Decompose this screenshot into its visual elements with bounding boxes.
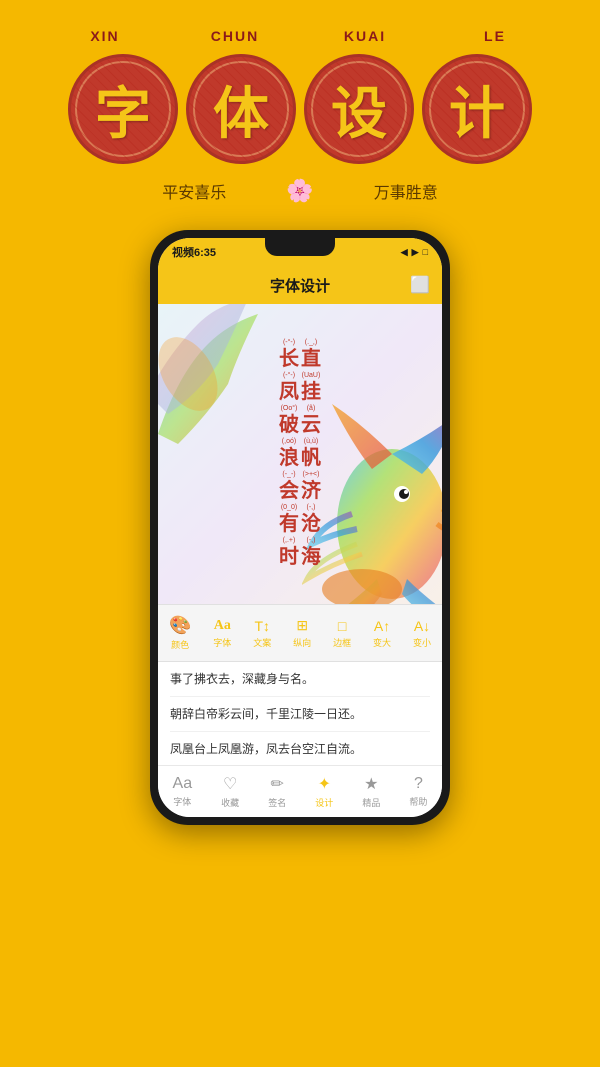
- toolbar-border[interactable]: □ 边框: [333, 618, 351, 649]
- smaller-icon: A↓: [414, 618, 430, 634]
- list-item[interactable]: 朝辞白帝彩云间，千里江陵一日还。: [170, 697, 430, 732]
- subtitle-right: 万事胜意: [374, 179, 438, 203]
- bigger-icon: A↑: [374, 618, 390, 634]
- subtitle-left: 平安喜乐: [162, 179, 226, 203]
- nav-help-icon: ?: [414, 775, 423, 793]
- art-left: [158, 304, 268, 444]
- app-title: 字体设计: [270, 275, 330, 296]
- subtitle-row: 平安喜乐 🌸 万事胜意: [20, 178, 580, 204]
- text-icon: T↕: [254, 618, 270, 634]
- bottom-nav: Aa 字体 ♡ 收藏 ✏ 签名 ✦ 设计 ★ 精品: [158, 765, 442, 817]
- poster-preview: (-°-) 长 (-°-) 凤 (Oo°) 破 (,oó) 浪 (-_-) 会 …: [158, 304, 442, 604]
- toolbar-smaller[interactable]: A↓ 变小: [413, 618, 431, 649]
- pinyin-xin: XIN: [40, 28, 170, 46]
- nav-sign[interactable]: ✏ 签名: [268, 774, 286, 809]
- char-she: 设: [304, 54, 414, 164]
- phone-container: 视频6:35 ◀ ▶ □ 字体设计 ⬜: [0, 230, 600, 825]
- toolbar-vertical[interactable]: ⊞ 纵向: [293, 617, 311, 649]
- flower-icon: 🌸: [286, 178, 313, 204]
- nav-favorites[interactable]: ♡ 收藏: [221, 774, 239, 809]
- poem-display: (-°-) 长 (-°-) 凤 (Oo°) 破 (,oó) 浪 (-_-) 会 …: [279, 339, 321, 569]
- status-icons: ◀ ▶ □: [401, 247, 428, 258]
- pinyin-row: XIN CHUN KUAI LE: [20, 28, 580, 46]
- list-item[interactable]: 事了拂衣去，深藏身与名。: [170, 662, 430, 697]
- status-time: 视频6:35: [172, 244, 216, 260]
- character-row: 字 体 设 计: [20, 54, 580, 164]
- nav-premium[interactable]: ★ 精品: [362, 774, 380, 809]
- font-icon: Aa: [214, 618, 231, 634]
- phone-inner: 视频6:35 ◀ ▶ □ 字体设计 ⬜: [158, 238, 442, 817]
- char-zi: 字: [68, 54, 178, 164]
- phone-mockup: 视频6:35 ◀ ▶ □ 字体设计 ⬜: [150, 230, 450, 825]
- border-icon: □: [338, 618, 346, 634]
- share-icon[interactable]: ⬜: [410, 275, 430, 295]
- art-right: [302, 394, 442, 604]
- toolbar-color[interactable]: 🎨 颜色: [169, 615, 191, 651]
- pinyin-le: LE: [430, 28, 560, 46]
- top-header: XIN CHUN KUAI LE 字 体 设 计 平安喜乐 🌸: [0, 0, 600, 220]
- char-ti: 体: [186, 54, 296, 164]
- nav-favorites-icon: ♡: [223, 774, 237, 794]
- nav-sign-icon: ✏: [271, 774, 284, 794]
- poem-col1: (-°-) 长 (-°-) 凤 (Oo°) 破 (,oó) 浪 (-_-) 会 …: [279, 339, 299, 569]
- content-area: (-°-) 长 (-°-) 凤 (Oo°) 破 (,oó) 浪 (-_-) 会 …: [158, 304, 442, 765]
- poem-col2: (._,) 直 (UaU) 挂 (â) 云 (ù,ù) 帆 (>+<) 济 (-…: [301, 339, 321, 569]
- nav-help[interactable]: ? 帮助: [409, 775, 427, 808]
- app-bar: 字体设计 ⬜: [158, 266, 442, 304]
- nav-font-icon: Aa: [173, 775, 193, 793]
- text-list: 事了拂衣去，深藏身与名。 朝辞白帝彩云间，千里江陵一日还。 凤凰台上凤凰游，凤去…: [158, 662, 442, 765]
- nav-premium-icon: ★: [364, 774, 378, 794]
- color-icon: 🎨: [169, 615, 191, 636]
- vertical-icon: ⊞: [296, 617, 308, 634]
- toolbar: 🎨 颜色 Aa 字体 T↕ 文案 ⊞ 纵向: [158, 604, 442, 662]
- toolbar-bigger[interactable]: A↑ 变大: [373, 618, 391, 649]
- nav-font[interactable]: Aa 字体: [173, 775, 193, 808]
- pinyin-kuai: KUAI: [300, 28, 430, 46]
- toolbar-font[interactable]: Aa 字体: [213, 618, 231, 649]
- toolbar-text[interactable]: T↕ 文案: [253, 618, 271, 649]
- char-ji: 计: [422, 54, 532, 164]
- phone-notch: [265, 238, 335, 256]
- nav-design-icon: ✦: [318, 774, 331, 794]
- list-item[interactable]: 凤凰台上凤凰游，凤去台空江自流。: [170, 732, 430, 765]
- pinyin-chun: CHUN: [170, 28, 300, 46]
- nav-design[interactable]: ✦ 设计: [315, 774, 333, 809]
